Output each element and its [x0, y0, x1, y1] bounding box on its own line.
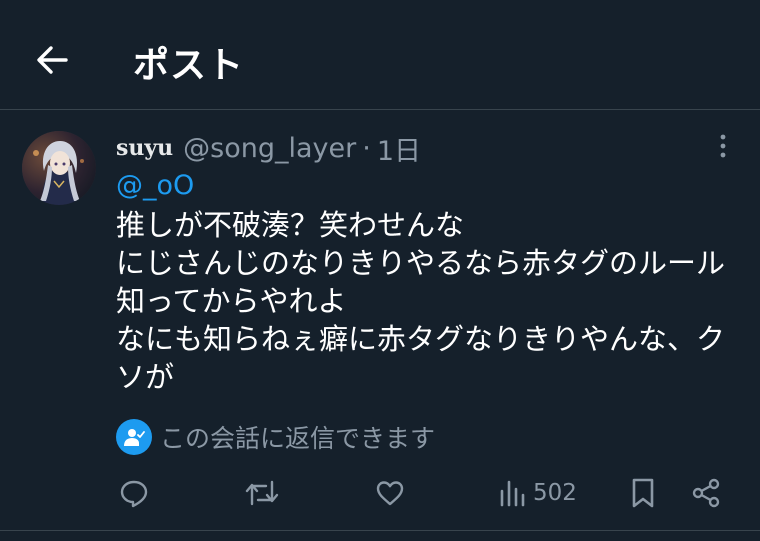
share-icon: [692, 478, 720, 508]
top-bar: ポスト: [0, 0, 760, 110]
page-title: ポスト: [133, 45, 245, 86]
retweet-icon: [245, 480, 279, 506]
bookmark-icon: [632, 478, 654, 508]
tweet-text: 推しが不破湊？笑わせんな にじさんじのなりきりやるなら赤タグのルール 知ってから…: [116, 206, 746, 396]
avatar[interactable]: [22, 131, 96, 205]
heart-icon: [376, 481, 404, 506]
reply-restriction-text: この会話に返信できます: [160, 424, 436, 453]
views-icon: [500, 480, 525, 507]
reply-button[interactable]: [118, 476, 150, 510]
display-name[interactable]: suyu: [116, 135, 173, 161]
avatar-image: [22, 131, 96, 205]
timestamp[interactable]: 1日: [377, 129, 421, 168]
more-vertical-icon: [720, 134, 726, 158]
meta-separator: ·: [362, 132, 371, 164]
user-handle[interactable]: @song_layer: [183, 133, 356, 164]
tweet-text-line: ソが: [116, 360, 175, 394]
share-button[interactable]: [690, 476, 722, 510]
mention-user-icon: [116, 419, 152, 455]
reply-restriction-notice: この会話に返信できます: [116, 418, 435, 456]
back-button[interactable]: [30, 38, 74, 82]
retweet-button[interactable]: [244, 476, 280, 510]
reply-icon: [120, 480, 148, 508]
bookmark-button[interactable]: [629, 476, 657, 510]
tweet-text-line: 知ってからやれよ: [116, 284, 347, 318]
more-options-button[interactable]: [706, 130, 740, 162]
like-button[interactable]: [374, 476, 406, 510]
arrow-left-icon: [37, 46, 68, 74]
views-button[interactable]: 502: [499, 476, 577, 510]
tweet-text-line: にじさんじのなりきりやるなら赤タグのルール: [116, 246, 726, 280]
tweet-meta: suyu @song_layer · 1日: [116, 128, 421, 168]
reply-mention-link[interactable]: @_oO: [116, 170, 194, 201]
tweet-text-line: 推しが不破湊？笑わせんな: [116, 208, 465, 242]
views-count: 502: [533, 480, 577, 506]
tweet-text-line: なにも知らねぇ癖に赤タグなりきりやんな、ク: [116, 322, 726, 356]
bottom-divider: [0, 530, 760, 531]
